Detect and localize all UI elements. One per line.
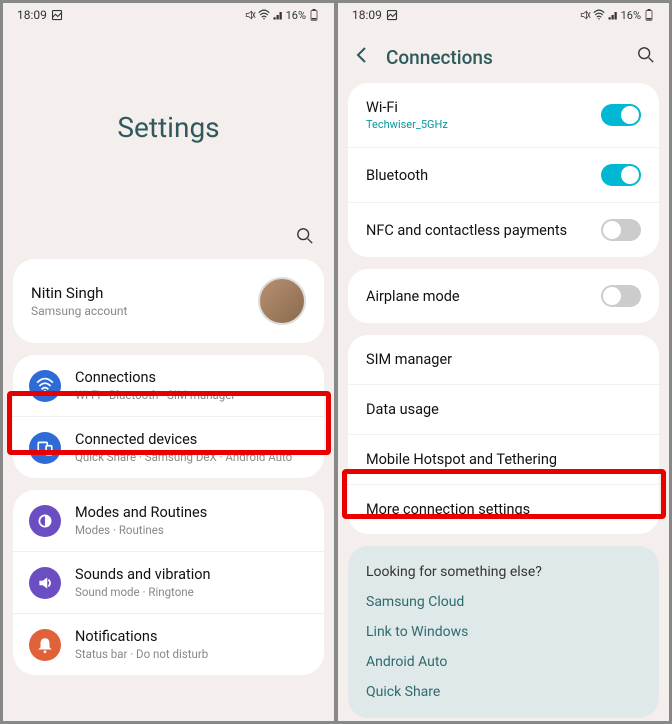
signal-icon [272,9,284,21]
airplane-row[interactable]: Airplane mode [348,269,659,323]
wifi-row[interactable]: Wi-Fi Techwiser_5GHz [348,83,659,147]
settings-row-connections[interactable]: Connections Wi-Fi · Bluetooth · SIM mana… [13,355,324,416]
avatar[interactable] [258,277,306,325]
link-samsung-cloud[interactable]: Samsung Cloud [366,594,641,610]
nfc-row[interactable]: NFC and contactless payments [348,202,659,257]
search-icon [637,46,655,64]
row-sub: Quick Share · Samsung DeX · Android Auto [75,450,292,464]
status-icons: 16% [244,9,320,22]
link-link-to-windows[interactable]: Link to Windows [366,624,641,640]
settings-row-sounds[interactable]: Sounds and vibration Sound mode · Ringto… [13,551,324,613]
connections-group-3: SIM manager Data usage Mobile Hotspot an… [348,335,659,534]
search-button[interactable] [637,46,655,68]
row-title: More connection settings [366,501,530,518]
connections-group-2: Airplane mode [348,269,659,323]
link-android-auto[interactable]: Android Auto [366,654,641,670]
row-title: SIM manager [366,351,452,368]
status-time: 18:09 [352,8,382,22]
battery-icon [308,9,320,21]
looking-title: Looking for something else? [366,564,641,580]
airplane-toggle[interactable] [601,285,641,307]
devices-icon [29,432,61,464]
picture-icon [386,9,398,21]
row-sub: Techwiser_5GHz [366,118,448,131]
row-title: Sounds and vibration [75,566,211,583]
row-title: Modes and Routines [75,504,207,521]
row-title: Data usage [366,401,439,418]
sim-manager-row[interactable]: SIM manager [348,335,659,384]
row-title: Notifications [75,628,208,645]
picture-icon [51,9,63,21]
row-sub: Modes · Routines [75,523,207,537]
looking-for-card: Looking for something else? Samsung Clou… [348,546,659,718]
more-connection-settings-row[interactable]: More connection settings [348,484,659,534]
settings-hero: Settings [3,27,334,227]
connections-group-1: Wi-Fi Techwiser_5GHz Bluetooth NFC and c… [348,83,659,257]
back-button[interactable] [352,45,372,69]
data-usage-row[interactable]: Data usage [348,384,659,434]
nfc-toggle[interactable] [601,219,641,241]
status-icons: 16% [579,9,655,22]
hotspot-row[interactable]: Mobile Hotspot and Tethering [348,434,659,484]
bluetooth-toggle[interactable] [601,164,641,186]
wifi-icon [593,9,605,21]
status-bar: 18:09 16% [338,3,669,27]
settings-row-modes[interactable]: Modes and Routines Modes · Routines [13,490,324,551]
profile-name: Nitin Singh [31,284,127,302]
sound-icon [29,567,61,599]
battery-percent: 16% [286,9,306,22]
row-sub: Wi-Fi · Bluetooth · SIM manager [75,388,235,402]
row-sub: Sound mode · Ringtone [75,585,211,599]
row-title: NFC and contactless payments [366,222,567,239]
wifi-toggle[interactable] [601,104,641,126]
page-title: Settings [117,111,219,144]
battery-icon [643,9,655,21]
bluetooth-row[interactable]: Bluetooth [348,147,659,202]
profile-card[interactable]: Nitin Singh Samsung account [13,259,324,343]
connections-screen: 18:09 16% Connections Wi-Fi Techwiser_5G… [337,2,670,722]
mute-icon [579,9,591,21]
modes-icon [29,505,61,537]
status-bar: 18:09 16% [3,3,334,27]
profile-sub: Samsung account [31,304,127,318]
row-title: Wi-Fi [366,99,448,116]
row-title: Bluetooth [366,167,428,184]
row-title: Connections [75,369,235,386]
row-title: Connected devices [75,431,292,448]
signal-icon [607,9,619,21]
row-title: Airplane mode [366,288,460,305]
search-icon [296,227,314,245]
wifi-icon [29,370,61,402]
status-time: 18:09 [17,8,47,22]
settings-screen: 18:09 16% Settings Nitin Singh Samsung a… [2,2,335,722]
settings-row-connected-devices[interactable]: Connected devices Quick Share · Samsung … [13,416,324,478]
mute-icon [244,9,256,21]
search-button[interactable] [296,227,314,249]
row-title: Mobile Hotspot and Tethering [366,451,557,468]
settings-row-notifications[interactable]: Notifications Status bar · Do not distur… [13,613,324,675]
header: Connections [338,27,669,83]
page-title: Connections [386,46,623,69]
battery-percent: 16% [621,9,641,22]
wifi-icon [258,9,270,21]
chevron-left-icon [352,45,372,65]
notification-icon [29,629,61,661]
row-sub: Status bar · Do not disturb [75,647,208,661]
settings-group-1: Connections Wi-Fi · Bluetooth · SIM mana… [13,355,324,478]
link-quick-share[interactable]: Quick Share [366,684,641,700]
settings-group-2: Modes and Routines Modes · Routines Soun… [13,490,324,675]
